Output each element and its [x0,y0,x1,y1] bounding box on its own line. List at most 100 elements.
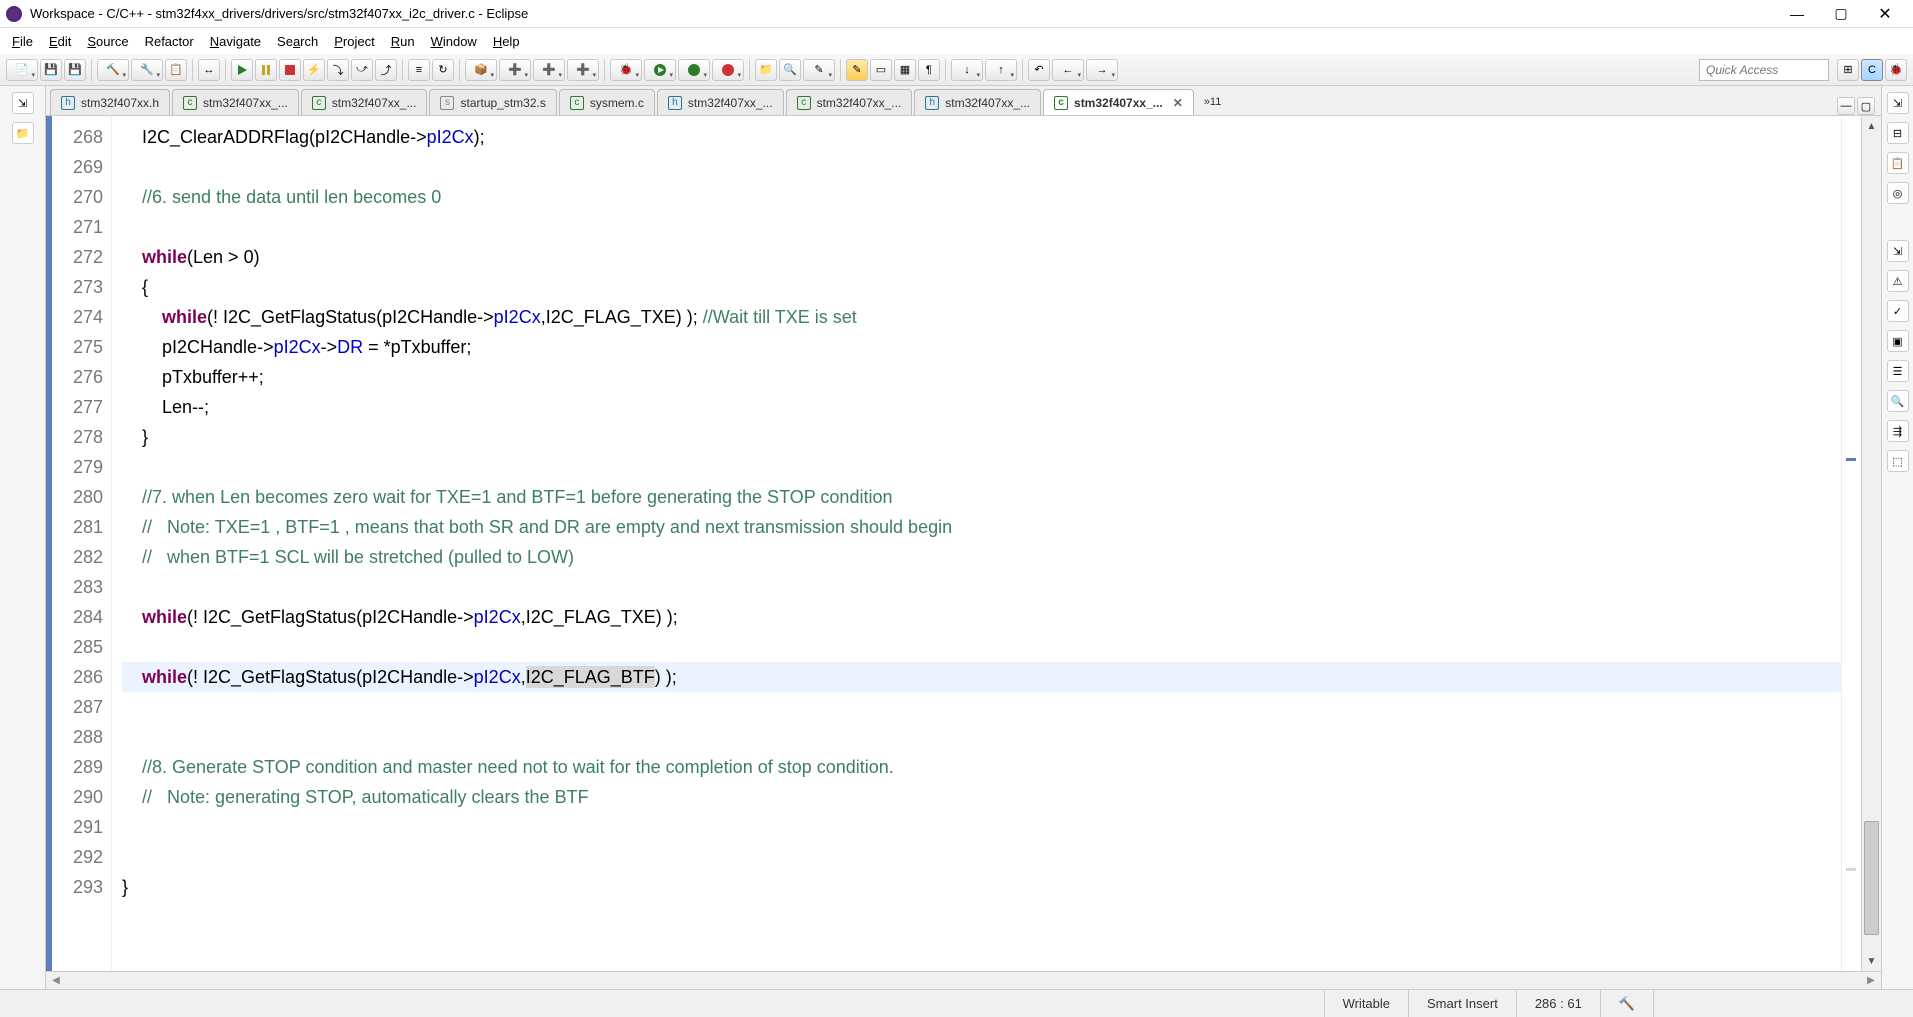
code-line[interactable]: I2C_ClearADDRFlag(pI2CHandle->pI2Cx); [122,122,1841,152]
code-line[interactable]: while(! I2C_GetFlagStatus(pI2CHandle->pI… [122,302,1841,332]
properties-view-icon[interactable]: ☰ [1887,360,1909,382]
toggle-button[interactable]: ↔ [198,59,220,81]
open-type-button[interactable]: 📁 [755,59,777,81]
editor-tab-2[interactable]: cstm32f407xx_... [301,89,428,115]
editor-tab-3[interactable]: sstartup_stm32.s [429,89,556,115]
code-line[interactable] [122,212,1841,242]
code-line[interactable]: { [122,272,1841,302]
code-line[interactable]: Len--; [122,392,1841,422]
next-annotation-button[interactable]: ↓ [951,59,983,81]
code-line[interactable] [122,572,1841,602]
outline-view-icon[interactable]: ⊟ [1887,122,1909,144]
build-target-button[interactable]: 📋 [165,59,187,81]
forward-button[interactable]: → [1086,59,1118,81]
code-line[interactable] [122,152,1841,182]
console-view-icon[interactable]: ▣ [1887,330,1909,352]
debug-button[interactable]: 🐞 [610,59,642,81]
code-line[interactable] [122,722,1841,752]
code-line[interactable]: pI2CHandle->pI2Cx->DR = *pTxbuffer; [122,332,1841,362]
close-button[interactable]: ✕ [1863,1,1907,27]
search-button[interactable]: 🔍 [779,59,801,81]
editor-tab-7[interactable]: hstm32f407xx_... [914,89,1041,115]
resume-button[interactable] [231,59,253,81]
code-line[interactable]: while(! I2C_GetFlagStatus(pI2CHandle->pI… [122,662,1841,692]
code-line[interactable] [122,842,1841,872]
step-return-button[interactable]: ⤴ [375,59,397,81]
menu-refactor[interactable]: Refactor [137,31,202,52]
call-hierarchy-icon[interactable]: ⇶ [1887,420,1909,442]
project-explorer-icon[interactable]: 📁 [12,122,34,144]
code-line[interactable] [122,812,1841,842]
menu-window[interactable]: Window [423,31,485,52]
code-line[interactable]: //7. when Len becomes zero wait for TXE=… [122,482,1841,512]
problems-view-icon[interactable]: ⚠ [1887,270,1909,292]
step-into-button[interactable]: ⤵ [327,59,349,81]
toggle-block-button[interactable]: ▭ [870,59,892,81]
menu-file[interactable]: File [4,31,41,52]
scroll-down-icon[interactable]: ▼ [1862,951,1881,971]
restore-bottom-icon[interactable]: ⇲ [1887,240,1909,262]
external-tools-button[interactable] [712,59,744,81]
editor-tab-1[interactable]: cstm32f407xx_... [172,89,299,115]
menu-edit[interactable]: Edit [41,31,79,52]
tab-close-icon[interactable]: ✕ [1173,96,1183,110]
code-line[interactable]: pTxbuffer++; [122,362,1841,392]
maximize-editor-button[interactable]: ▢ [1857,97,1875,115]
menu-project[interactable]: Project [326,31,382,52]
maximize-button[interactable]: ▢ [1819,1,1863,27]
last-edit-button[interactable]: ↶ [1028,59,1050,81]
build-config-button[interactable]: 🔧 [131,59,163,81]
build-button[interactable]: 🔨 [97,59,129,81]
menu-search[interactable]: Search [269,31,326,52]
run-button[interactable] [644,59,676,81]
new-file-button[interactable]: ➕ [533,59,565,81]
save-button[interactable]: 💾 [40,59,62,81]
task-view-icon[interactable]: 📋 [1887,152,1909,174]
editor-tab-0[interactable]: hstm32f407xx.h [50,89,170,115]
search-view-icon[interactable]: 🔍 [1887,390,1909,412]
editor-tab-5[interactable]: hstm32f407xx_... [657,89,784,115]
debug-perspective-button[interactable]: 🐞 [1885,59,1907,81]
open-element-button[interactable]: 📦 [465,59,497,81]
code-line[interactable]: // when BTF=1 SCL will be stretched (pul… [122,542,1841,572]
toggle-breadcrumb-button[interactable]: ✎ [846,59,868,81]
coverage-button[interactable] [678,59,710,81]
restart-button[interactable]: ↻ [432,59,454,81]
restore-right-icon[interactable]: ⇲ [1887,92,1909,114]
restore-view-icon[interactable]: ⇲ [12,92,34,114]
code-line[interactable]: } [122,422,1841,452]
code-line[interactable]: while(Len > 0) [122,242,1841,272]
minimize-button[interactable]: — [1775,1,1819,27]
new-folder-button[interactable]: ➕ [567,59,599,81]
disconnect-button[interactable]: ⚡ [303,59,325,81]
code-line[interactable] [122,452,1841,482]
status-build-icon[interactable]: 🔨 [1600,990,1653,1017]
editor-tab-8[interactable]: cstm32f407xx_...✕ [1043,89,1194,115]
horizontal-scrollbar[interactable]: ◀ ▶ [46,971,1881,989]
code-content[interactable]: I2C_ClearADDRFlag(pI2CHandle->pI2Cx); //… [112,116,1841,971]
toggle-mark-button[interactable]: ✎ [803,59,835,81]
scroll-left-icon[interactable]: ◀ [46,972,66,989]
code-line[interactable]: //6. send the data until len becomes 0 [122,182,1841,212]
tasks-icon[interactable]: ✓ [1887,300,1909,322]
prev-annotation-button[interactable]: ↑ [985,59,1017,81]
code-line[interactable]: //8. Generate STOP condition and master … [122,752,1841,782]
c-perspective-button[interactable]: C [1861,59,1883,81]
code-line[interactable]: // Note: generating STOP, automatically … [122,782,1841,812]
menu-run[interactable]: Run [383,31,423,52]
code-editor[interactable]: 2682692702712722732742752762772782792802… [46,116,1881,971]
minimize-editor-button[interactable]: — [1837,97,1855,115]
new-class-button[interactable]: ➕ [499,59,531,81]
scroll-up-icon[interactable]: ▲ [1862,116,1881,136]
menu-navigate[interactable]: Navigate [202,31,269,52]
quick-access-input[interactable] [1699,59,1829,81]
editor-tab-6[interactable]: cstm32f407xx_... [786,89,913,115]
instruction-step-button[interactable]: ≡ [408,59,430,81]
terminate-button[interactable] [279,59,301,81]
toggle-word-wrap-button[interactable]: ¶ [918,59,940,81]
back-button[interactable]: ← [1052,59,1084,81]
include-browser-icon[interactable]: ⬚ [1887,450,1909,472]
save-all-button[interactable]: 💾 [64,59,86,81]
overview-ruler[interactable] [1841,116,1861,971]
new-button[interactable]: 📄 [6,59,38,81]
